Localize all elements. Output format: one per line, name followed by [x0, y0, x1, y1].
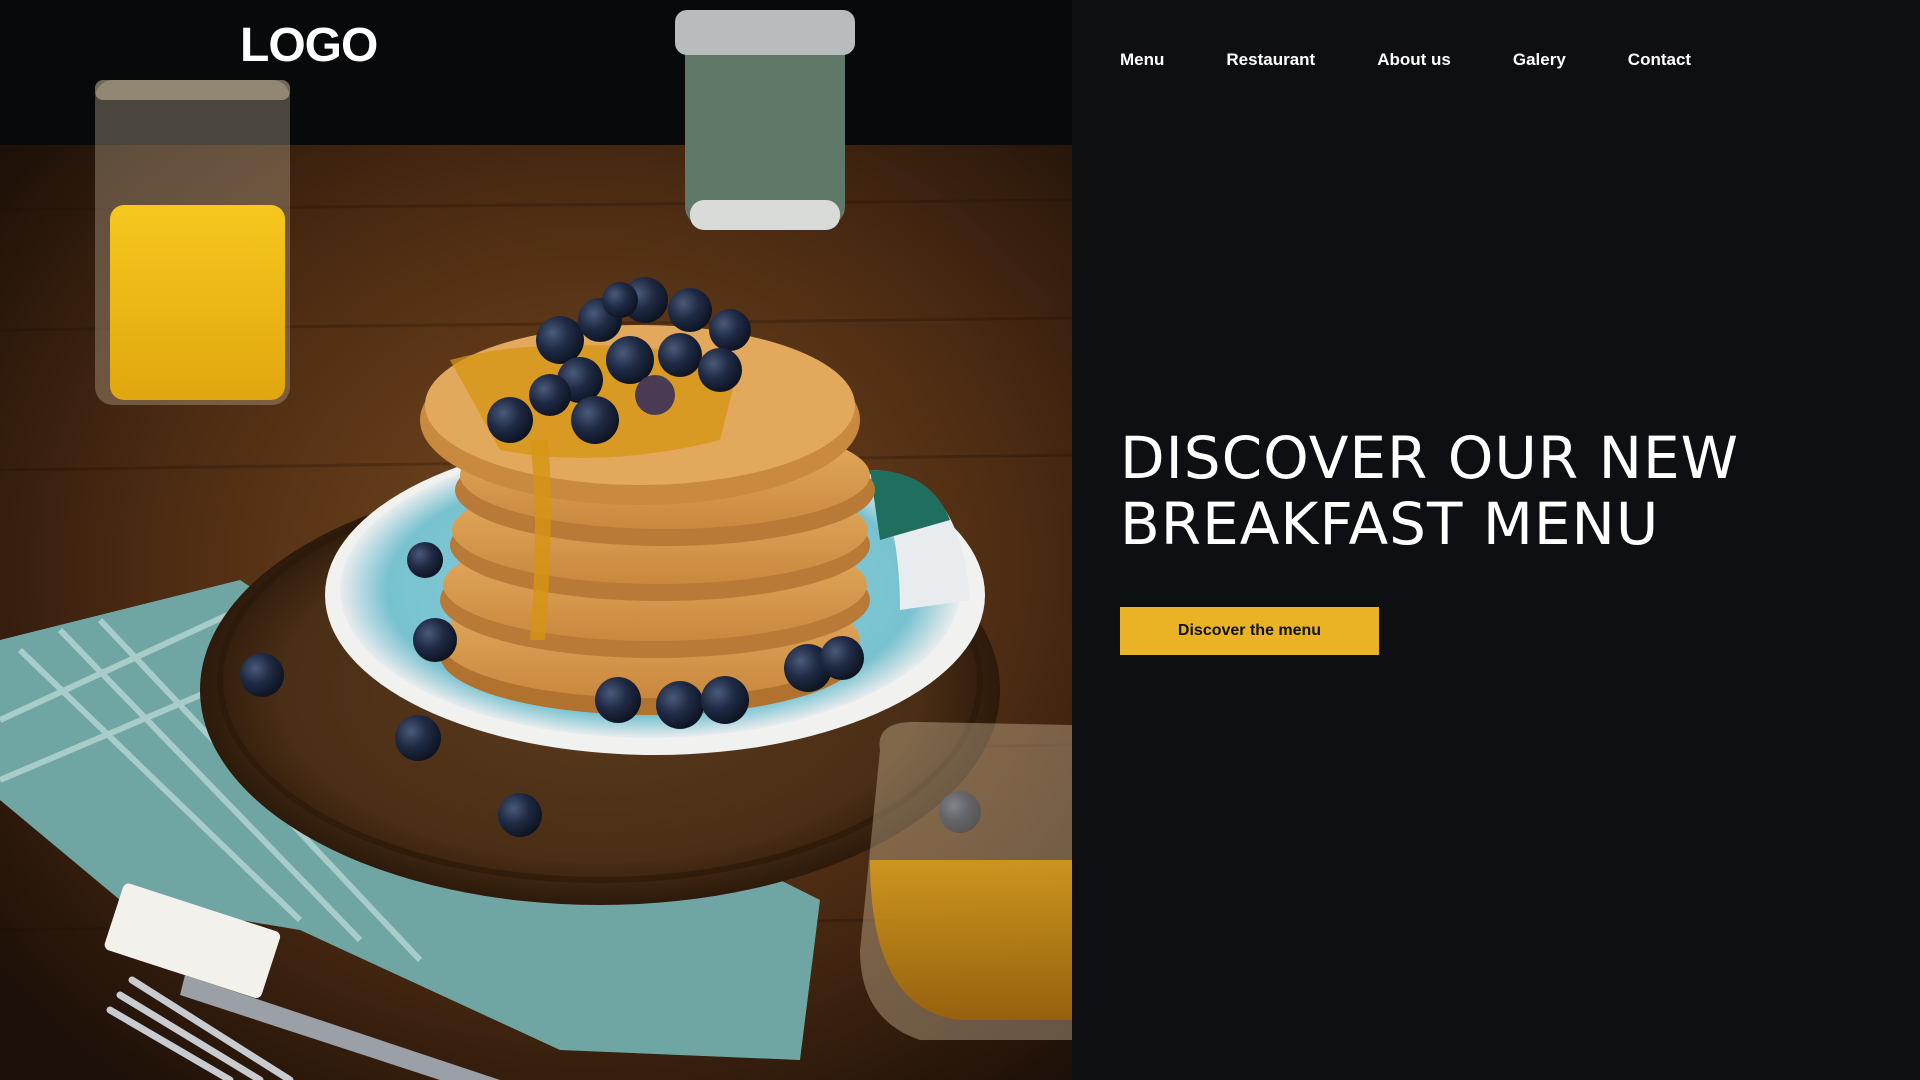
pancake-illustration: [0, 0, 1072, 1080]
discover-menu-button[interactable]: Discover the menu: [1120, 607, 1379, 655]
nav-item-menu[interactable]: Menu: [1120, 50, 1164, 70]
logo[interactable]: LOGO: [240, 18, 378, 73]
nav-item-galery[interactable]: Galery: [1513, 50, 1566, 70]
hero-photo: LOGO: [0, 0, 1072, 1080]
main-nav: Menu Restaurant About us Galery Contact: [1120, 50, 1691, 70]
hero-headline-line-1: DISCOVER OUR NEW: [1120, 424, 1739, 492]
landing-page: LOGO Menu Restaurant About us Galery Con…: [0, 0, 1920, 1080]
nav-item-restaurant[interactable]: Restaurant: [1226, 50, 1315, 70]
nav-item-about-us[interactable]: About us: [1377, 50, 1451, 70]
hero-headline-line-2: BREAKFAST MENU: [1120, 490, 1660, 558]
content-panel: Menu Restaurant About us Galery Contact …: [1072, 0, 1920, 1080]
hero-headline: DISCOVER OUR NEW BREAKFAST MENU: [1120, 425, 1880, 557]
nav-item-contact[interactable]: Contact: [1628, 50, 1691, 70]
